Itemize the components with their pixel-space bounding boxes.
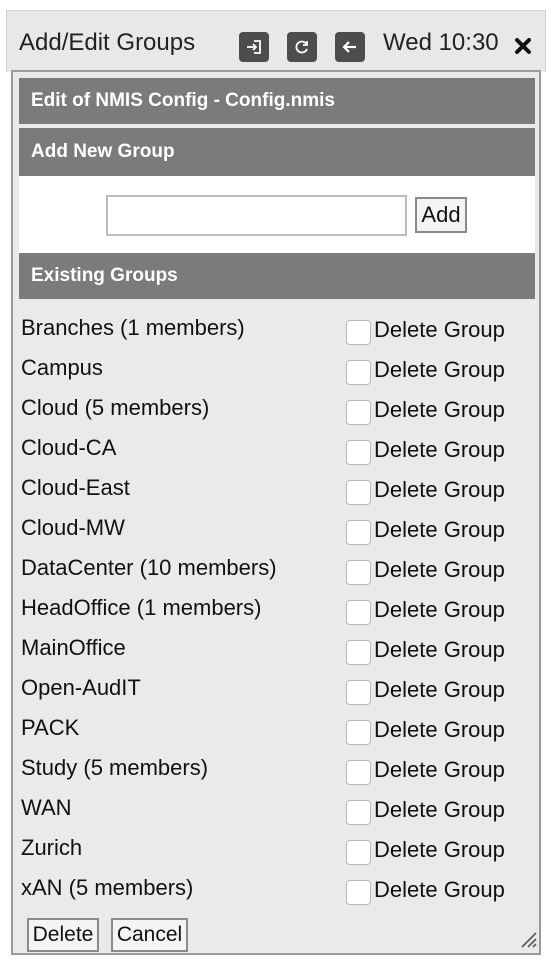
delete-group-label[interactable]: Delete Group — [374, 597, 505, 623]
delete-group-label[interactable]: Delete Group — [374, 357, 505, 383]
group-name: Study (5 members) — [21, 755, 209, 780]
group-name: xAN (5 members) — [21, 875, 194, 900]
delete-group-checkbox[interactable] — [346, 519, 371, 545]
add-edit-groups-window: Add/Edit Groups Wed 10:30 Edit of NMIS C… — [0, 0, 551, 962]
title-bar[interactable]: Add/Edit Groups Wed 10:30 — [6, 10, 546, 72]
delete-group-checkbox[interactable] — [346, 479, 371, 505]
add-button[interactable]: Add — [415, 197, 467, 233]
group-name: Zurich — [21, 835, 83, 860]
delete-group-label[interactable]: Delete Group — [374, 437, 505, 463]
close-icon[interactable] — [510, 33, 536, 59]
delete-group-label[interactable]: Delete Group — [374, 677, 505, 703]
delete-group-checkbox[interactable] — [346, 359, 371, 385]
group-name: PACK — [21, 715, 80, 740]
group-name: Open-AudIT — [21, 675, 141, 700]
group-row: PACK Delete Group — [13, 709, 539, 749]
delete-group-label[interactable]: Delete Group — [374, 797, 505, 823]
delete-group-option[interactable]: Delete Group — [346, 515, 505, 545]
group-name: Cloud (5 members) — [21, 395, 210, 420]
group-row: Branches (1 members) Delete Group — [13, 309, 539, 349]
delete-group-option[interactable]: Delete Group — [346, 675, 505, 705]
delete-group-checkbox[interactable] — [346, 719, 371, 745]
login-icon[interactable] — [239, 32, 269, 62]
add-group-header: Add New Group — [19, 128, 535, 176]
delete-group-checkbox[interactable] — [346, 439, 371, 465]
delete-group-label[interactable]: Delete Group — [374, 877, 505, 903]
group-row: DataCenter (10 members) Delete Group — [13, 549, 539, 589]
group-row: Campus Delete Group — [13, 349, 539, 389]
group-row: Cloud-MW Delete Group — [13, 509, 539, 549]
delete-group-label[interactable]: Delete Group — [374, 517, 505, 543]
group-row: Cloud-East Delete Group — [13, 469, 539, 509]
add-group-form: Add — [19, 176, 535, 253]
group-row: WAN Delete Group — [13, 789, 539, 829]
delete-group-option[interactable]: Delete Group — [346, 395, 505, 425]
delete-group-option[interactable]: Delete Group — [346, 355, 505, 385]
delete-group-checkbox[interactable] — [346, 599, 371, 625]
delete-group-label[interactable]: Delete Group — [374, 317, 505, 343]
back-arrow-icon[interactable] — [335, 32, 365, 62]
config-header: Edit of NMIS Config - Config.nmis — [19, 78, 535, 124]
delete-group-option[interactable]: Delete Group — [346, 475, 505, 505]
group-name: DataCenter (10 members) — [21, 555, 277, 580]
new-group-input[interactable] — [106, 195, 407, 236]
group-row: Study (5 members) Delete Group — [13, 749, 539, 789]
delete-group-checkbox[interactable] — [346, 319, 371, 345]
delete-group-option[interactable]: Delete Group — [346, 315, 505, 345]
group-row: Cloud-CA Delete Group — [13, 429, 539, 469]
delete-group-option[interactable]: Delete Group — [346, 795, 505, 825]
delete-group-checkbox[interactable] — [346, 639, 371, 665]
delete-group-label[interactable]: Delete Group — [374, 757, 505, 783]
delete-group-label[interactable]: Delete Group — [374, 397, 505, 423]
delete-group-checkbox[interactable] — [346, 399, 371, 425]
delete-group-option[interactable]: Delete Group — [346, 715, 505, 745]
dialog-body: Edit of NMIS Config - Config.nmis Add Ne… — [11, 70, 541, 955]
delete-group-checkbox[interactable] — [346, 679, 371, 705]
cancel-button[interactable]: Cancel — [111, 918, 188, 952]
clock: Wed 10:30 — [383, 29, 499, 56]
group-list: Branches (1 members) Delete Group Campus… — [13, 309, 539, 909]
delete-group-option[interactable]: Delete Group — [346, 835, 505, 865]
delete-group-option[interactable]: Delete Group — [346, 875, 505, 905]
refresh-icon[interactable] — [287, 32, 317, 62]
group-row: Zurich Delete Group — [13, 829, 539, 869]
delete-group-option[interactable]: Delete Group — [346, 635, 505, 665]
existing-groups-header: Existing Groups — [19, 253, 535, 299]
group-row: Cloud (5 members) Delete Group — [13, 389, 539, 429]
group-name: WAN — [21, 795, 72, 820]
group-name: Branches (1 members) — [21, 315, 245, 340]
delete-button[interactable]: Delete — [27, 918, 99, 952]
delete-group-checkbox[interactable] — [346, 559, 371, 585]
delete-group-checkbox[interactable] — [346, 759, 371, 785]
delete-group-label[interactable]: Delete Group — [374, 477, 505, 503]
delete-group-label[interactable]: Delete Group — [374, 717, 505, 743]
delete-group-option[interactable]: Delete Group — [346, 555, 505, 585]
group-name: MainOffice — [21, 635, 126, 660]
group-row: xAN (5 members) Delete Group — [13, 869, 539, 909]
delete-group-label[interactable]: Delete Group — [374, 637, 505, 663]
group-row: HeadOffice (1 members) Delete Group — [13, 589, 539, 629]
group-name: Campus — [21, 355, 103, 380]
group-name: Cloud-CA — [21, 435, 117, 460]
group-name: Cloud-MW — [21, 515, 125, 540]
delete-group-label[interactable]: Delete Group — [374, 837, 505, 863]
delete-group-option[interactable]: Delete Group — [346, 755, 505, 785]
resize-grip-icon[interactable] — [517, 928, 537, 948]
window-title: Add/Edit Groups — [19, 29, 196, 56]
group-row: MainOffice Delete Group — [13, 629, 539, 669]
group-row: Open-AudIT Delete Group — [13, 669, 539, 709]
delete-group-option[interactable]: Delete Group — [346, 595, 505, 625]
group-name: Cloud-East — [21, 475, 130, 500]
delete-group-checkbox[interactable] — [346, 879, 371, 905]
delete-group-checkbox[interactable] — [346, 839, 371, 865]
delete-group-option[interactable]: Delete Group — [346, 435, 505, 465]
group-name: HeadOffice (1 members) — [21, 595, 262, 620]
delete-group-label[interactable]: Delete Group — [374, 557, 505, 583]
delete-group-checkbox[interactable] — [346, 799, 371, 825]
